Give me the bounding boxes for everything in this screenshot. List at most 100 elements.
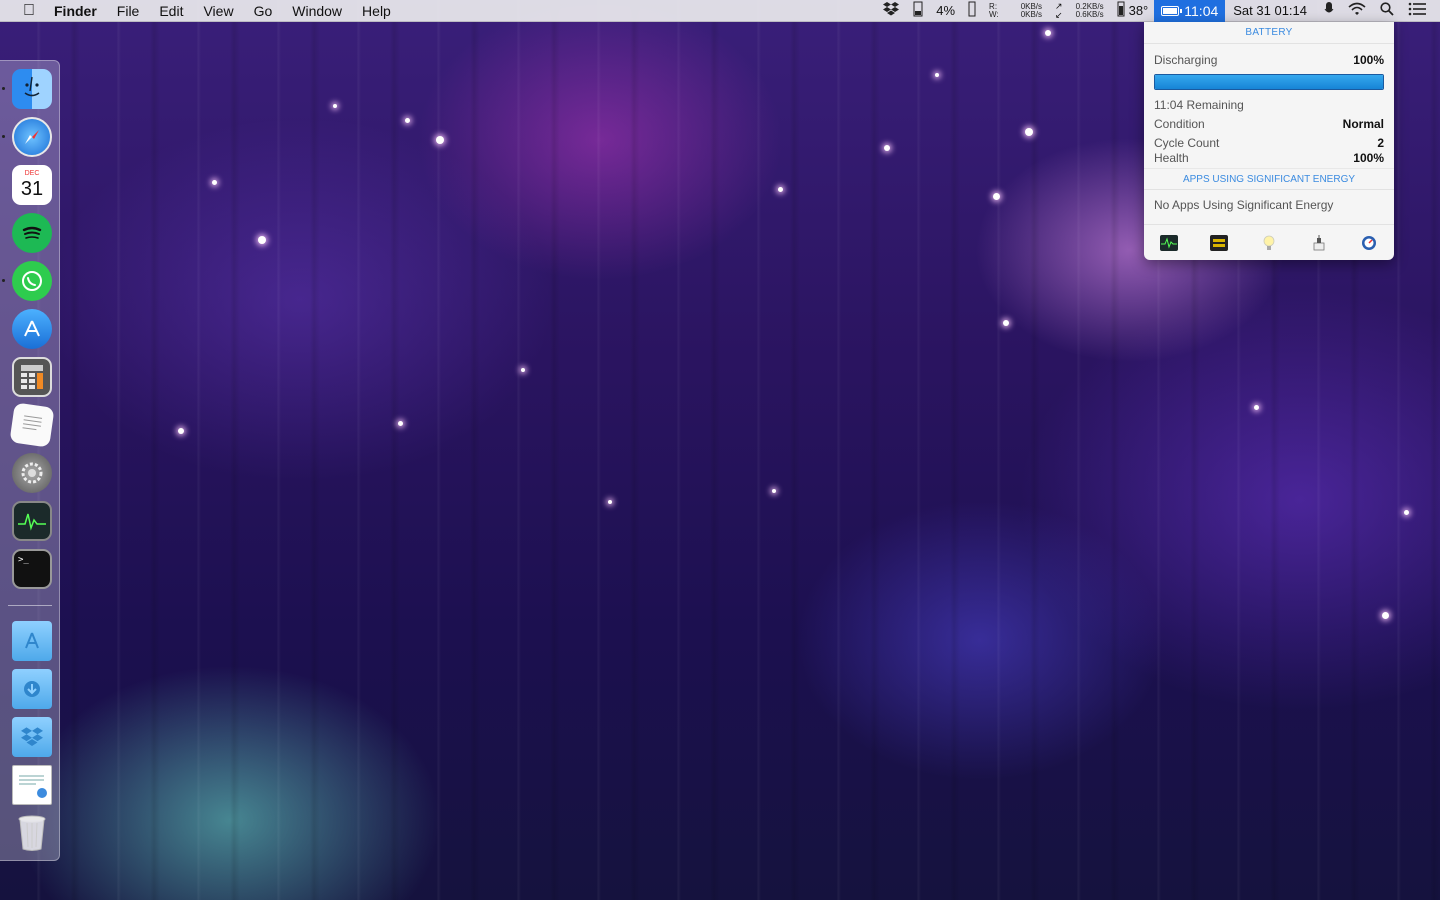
dock-separator	[8, 605, 52, 606]
wallpaper-star	[1404, 510, 1409, 515]
menu-view[interactable]: View	[203, 3, 233, 19]
apps-energy-row: No Apps Using Significant Energy	[1154, 198, 1384, 212]
battery-cycle-row: Cycle Count 2	[1154, 136, 1384, 150]
menu-app-name[interactable]: Finder	[54, 3, 97, 19]
battery-cycle-value: 2	[1377, 136, 1384, 150]
battery-diagnostics-icon[interactable]	[1360, 235, 1378, 251]
dock-whatsapp-icon[interactable]	[12, 261, 52, 301]
energy-saver-bulb-icon[interactable]	[1260, 235, 1278, 251]
status-area: 4% R: W: 0KB/s 0KB/s ↗ ↙ 0.2KB/s 0.6KB/s …	[876, 0, 1440, 22]
wallpaper-star	[178, 428, 184, 434]
dropbox-icon[interactable]	[883, 2, 900, 19]
menu-window[interactable]: Window	[292, 3, 342, 19]
wallpaper-star	[1025, 128, 1033, 136]
wifi-icon[interactable]	[1348, 2, 1366, 19]
console-shortcut-icon[interactable]	[1210, 234, 1228, 251]
dock-applications-folder-icon[interactable]	[12, 621, 52, 661]
calendar-month: DEC	[24, 170, 40, 177]
battery-remaining: 11:04 Remaining	[1154, 98, 1244, 112]
cpu-graph-icon[interactable]	[913, 1, 923, 20]
battery-health-row: Health 100%	[1154, 151, 1384, 165]
dock-finder-icon[interactable]	[12, 69, 52, 109]
dock-app-store-icon[interactable]	[12, 309, 52, 349]
battery-condition-row: Condition Normal	[1154, 117, 1384, 131]
disk-activity[interactable]: R: W:	[989, 2, 999, 19]
dock-spotify-icon[interactable]	[12, 213, 52, 253]
battery-cycle-label: Cycle Count	[1154, 136, 1220, 150]
dock-preview-document-icon[interactable]	[12, 765, 52, 805]
dock-activity-monitor-icon[interactable]	[12, 501, 52, 541]
wallpaper-star	[778, 187, 783, 192]
popover-toolbar	[1144, 224, 1394, 260]
dock-terminal-icon[interactable]: >_	[12, 549, 52, 589]
cpu-usage[interactable]: 4%	[936, 3, 955, 18]
battery-state-row: Discharging 100%	[1154, 53, 1384, 67]
wallpaper-star	[521, 368, 525, 372]
battery-condition-label: Condition	[1154, 117, 1205, 131]
spotlight-search-icon[interactable]	[1380, 2, 1394, 19]
temperature-icon	[1117, 1, 1125, 20]
battery-condition-value: Normal	[1342, 117, 1384, 131]
dock-safari-icon[interactable]	[12, 117, 52, 157]
battery-state-label: Discharging	[1154, 53, 1218, 67]
apps-energy-empty: No Apps Using Significant Energy	[1154, 198, 1334, 212]
battery-time: 11:04	[1184, 2, 1219, 19]
dock: DEC 31 >_	[0, 60, 60, 861]
wallpaper-star	[1254, 405, 1259, 410]
temperature[interactable]: 38°	[1129, 3, 1149, 18]
notification-center-icon[interactable]	[1408, 2, 1426, 19]
dock-calculator-icon[interactable]	[12, 357, 52, 397]
wallpaper-star	[935, 73, 939, 77]
battery-popover: BATTERY Discharging 100% 11:04 Remaining…	[1144, 22, 1394, 260]
net-down-2: 0.6KB/s	[1075, 9, 1104, 19]
disk-icon[interactable]	[968, 1, 976, 20]
running-indicator	[2, 87, 5, 90]
system-profiler-icon[interactable]	[1310, 234, 1328, 251]
battery-charge-fill	[1155, 75, 1383, 89]
apple-menu-icon[interactable]: 	[18, 2, 40, 20]
wallpaper-star	[884, 145, 890, 151]
dock-trash-icon[interactable]	[12, 813, 52, 853]
wallpaper-star	[333, 104, 337, 108]
dock-dropbox-folder-icon[interactable]	[12, 717, 52, 757]
battery-state-value: 100%	[1353, 53, 1384, 67]
battery-health-value: 100%	[1353, 151, 1384, 165]
wallpaper-star	[772, 489, 776, 493]
menu-bar:  Finder File Edit View Go Window Help 4…	[0, 0, 1440, 22]
net-down-1: 0KB/s	[1020, 9, 1043, 19]
dock-calendar-icon[interactable]: DEC 31	[12, 165, 52, 205]
wallpaper-star	[608, 500, 612, 504]
activity-monitor-shortcut-icon[interactable]	[1160, 234, 1178, 251]
wallpaper-star	[398, 421, 403, 426]
disk-write-label: W:	[989, 9, 999, 19]
wallpaper-star	[212, 180, 217, 185]
wallpaper-star	[993, 193, 1000, 200]
menu-go[interactable]: Go	[254, 3, 273, 19]
dock-textedit-icon[interactable]	[9, 402, 55, 448]
menu-file[interactable]: File	[117, 3, 140, 19]
wallpaper-star	[1045, 30, 1051, 36]
menu-help[interactable]: Help	[362, 3, 391, 19]
network-stats-1[interactable]: 0KB/s 0KB/s	[1020, 2, 1043, 19]
battery-remaining-row: 11:04 Remaining	[1154, 98, 1384, 112]
battery-charge-bar	[1154, 74, 1384, 90]
wallpaper-star	[1382, 612, 1389, 619]
running-indicator	[2, 135, 5, 138]
battery-health-label: Health	[1154, 151, 1189, 165]
battery-header: BATTERY	[1144, 22, 1394, 44]
wallpaper-star	[258, 236, 266, 244]
dock-downloads-folder-icon[interactable]	[12, 669, 52, 709]
clock[interactable]: Sat 31 01:14	[1233, 3, 1307, 18]
menu-edit[interactable]: Edit	[159, 3, 183, 19]
dock-system-preferences-icon[interactable]	[12, 453, 52, 493]
running-indicator	[2, 279, 5, 282]
microphone-icon[interactable]	[1324, 1, 1334, 20]
calendar-day: 31	[20, 178, 44, 200]
network-arrows-icon: ↗ ↙	[1055, 0, 1063, 20]
wallpaper-star	[405, 118, 410, 123]
apps-energy-header: APPS USING SIGNIFICANT ENERGY	[1144, 168, 1394, 190]
wallpaper-star	[436, 136, 444, 144]
battery-menu-item[interactable]: 11:04	[1154, 0, 1226, 22]
network-stats-2[interactable]: 0.2KB/s 0.6KB/s	[1075, 2, 1104, 19]
wallpaper-star	[1003, 320, 1009, 326]
